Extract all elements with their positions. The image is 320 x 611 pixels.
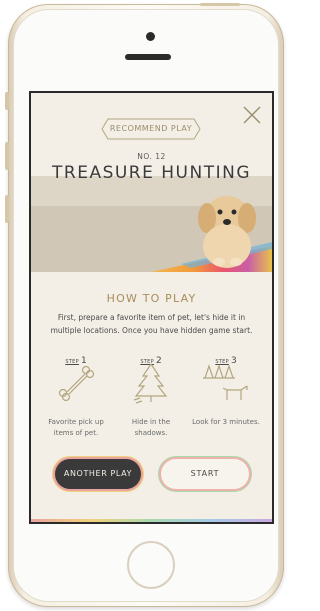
home-button[interactable]: [127, 541, 175, 589]
volume-down-button: [5, 195, 9, 223]
app-screen: RECOMMEND PLAY NO. 12 TREASURE HUNTING H…: [29, 91, 274, 524]
another-play-button[interactable]: ANOTHER PLAY: [55, 459, 141, 489]
rainbow-bar: [31, 519, 272, 522]
step-1-caption: Favorite pick up items of pet.: [48, 418, 104, 437]
tree-icon: [126, 362, 176, 404]
steps-list: STEP 1 Favorite pick up items of pet. ST…: [41, 348, 262, 443]
power-button: [200, 3, 240, 6]
close-button[interactable]: [242, 105, 262, 125]
hero-photo: [31, 176, 272, 272]
earpiece-speaker: [125, 54, 171, 60]
front-camera: [146, 32, 155, 41]
step-3-caption: Look for 3 minutes.: [192, 418, 260, 426]
start-button[interactable]: START: [161, 459, 249, 489]
puppy-photo-icon: [31, 176, 272, 272]
recommend-play-badge: RECOMMEND PLAY: [101, 118, 201, 140]
bone-icon: [51, 362, 101, 404]
mute-switch: [5, 92, 9, 110]
dog-in-trees-icon: [201, 362, 251, 404]
volume-up-button: [5, 142, 9, 170]
step-1: STEP 1 Favorite pick up items of pet.: [41, 348, 111, 443]
play-number: NO. 12: [137, 152, 166, 161]
step-3: STEP 3 Look for 3 minutes.: [191, 348, 261, 443]
page-title: TREASURE HUNTING: [52, 163, 251, 183]
step-2-caption: Hide in the shadows.: [131, 418, 171, 437]
how-to-play-description: First, prepare a favorite item of pet, l…: [50, 313, 253, 335]
close-icon: [243, 106, 261, 124]
recommend-play-label: RECOMMEND PLAY: [109, 124, 193, 133]
how-to-play-heading: HOW TO PLAY: [106, 292, 197, 305]
step-2: STEP 2 Hide in the shadows.: [116, 348, 186, 443]
